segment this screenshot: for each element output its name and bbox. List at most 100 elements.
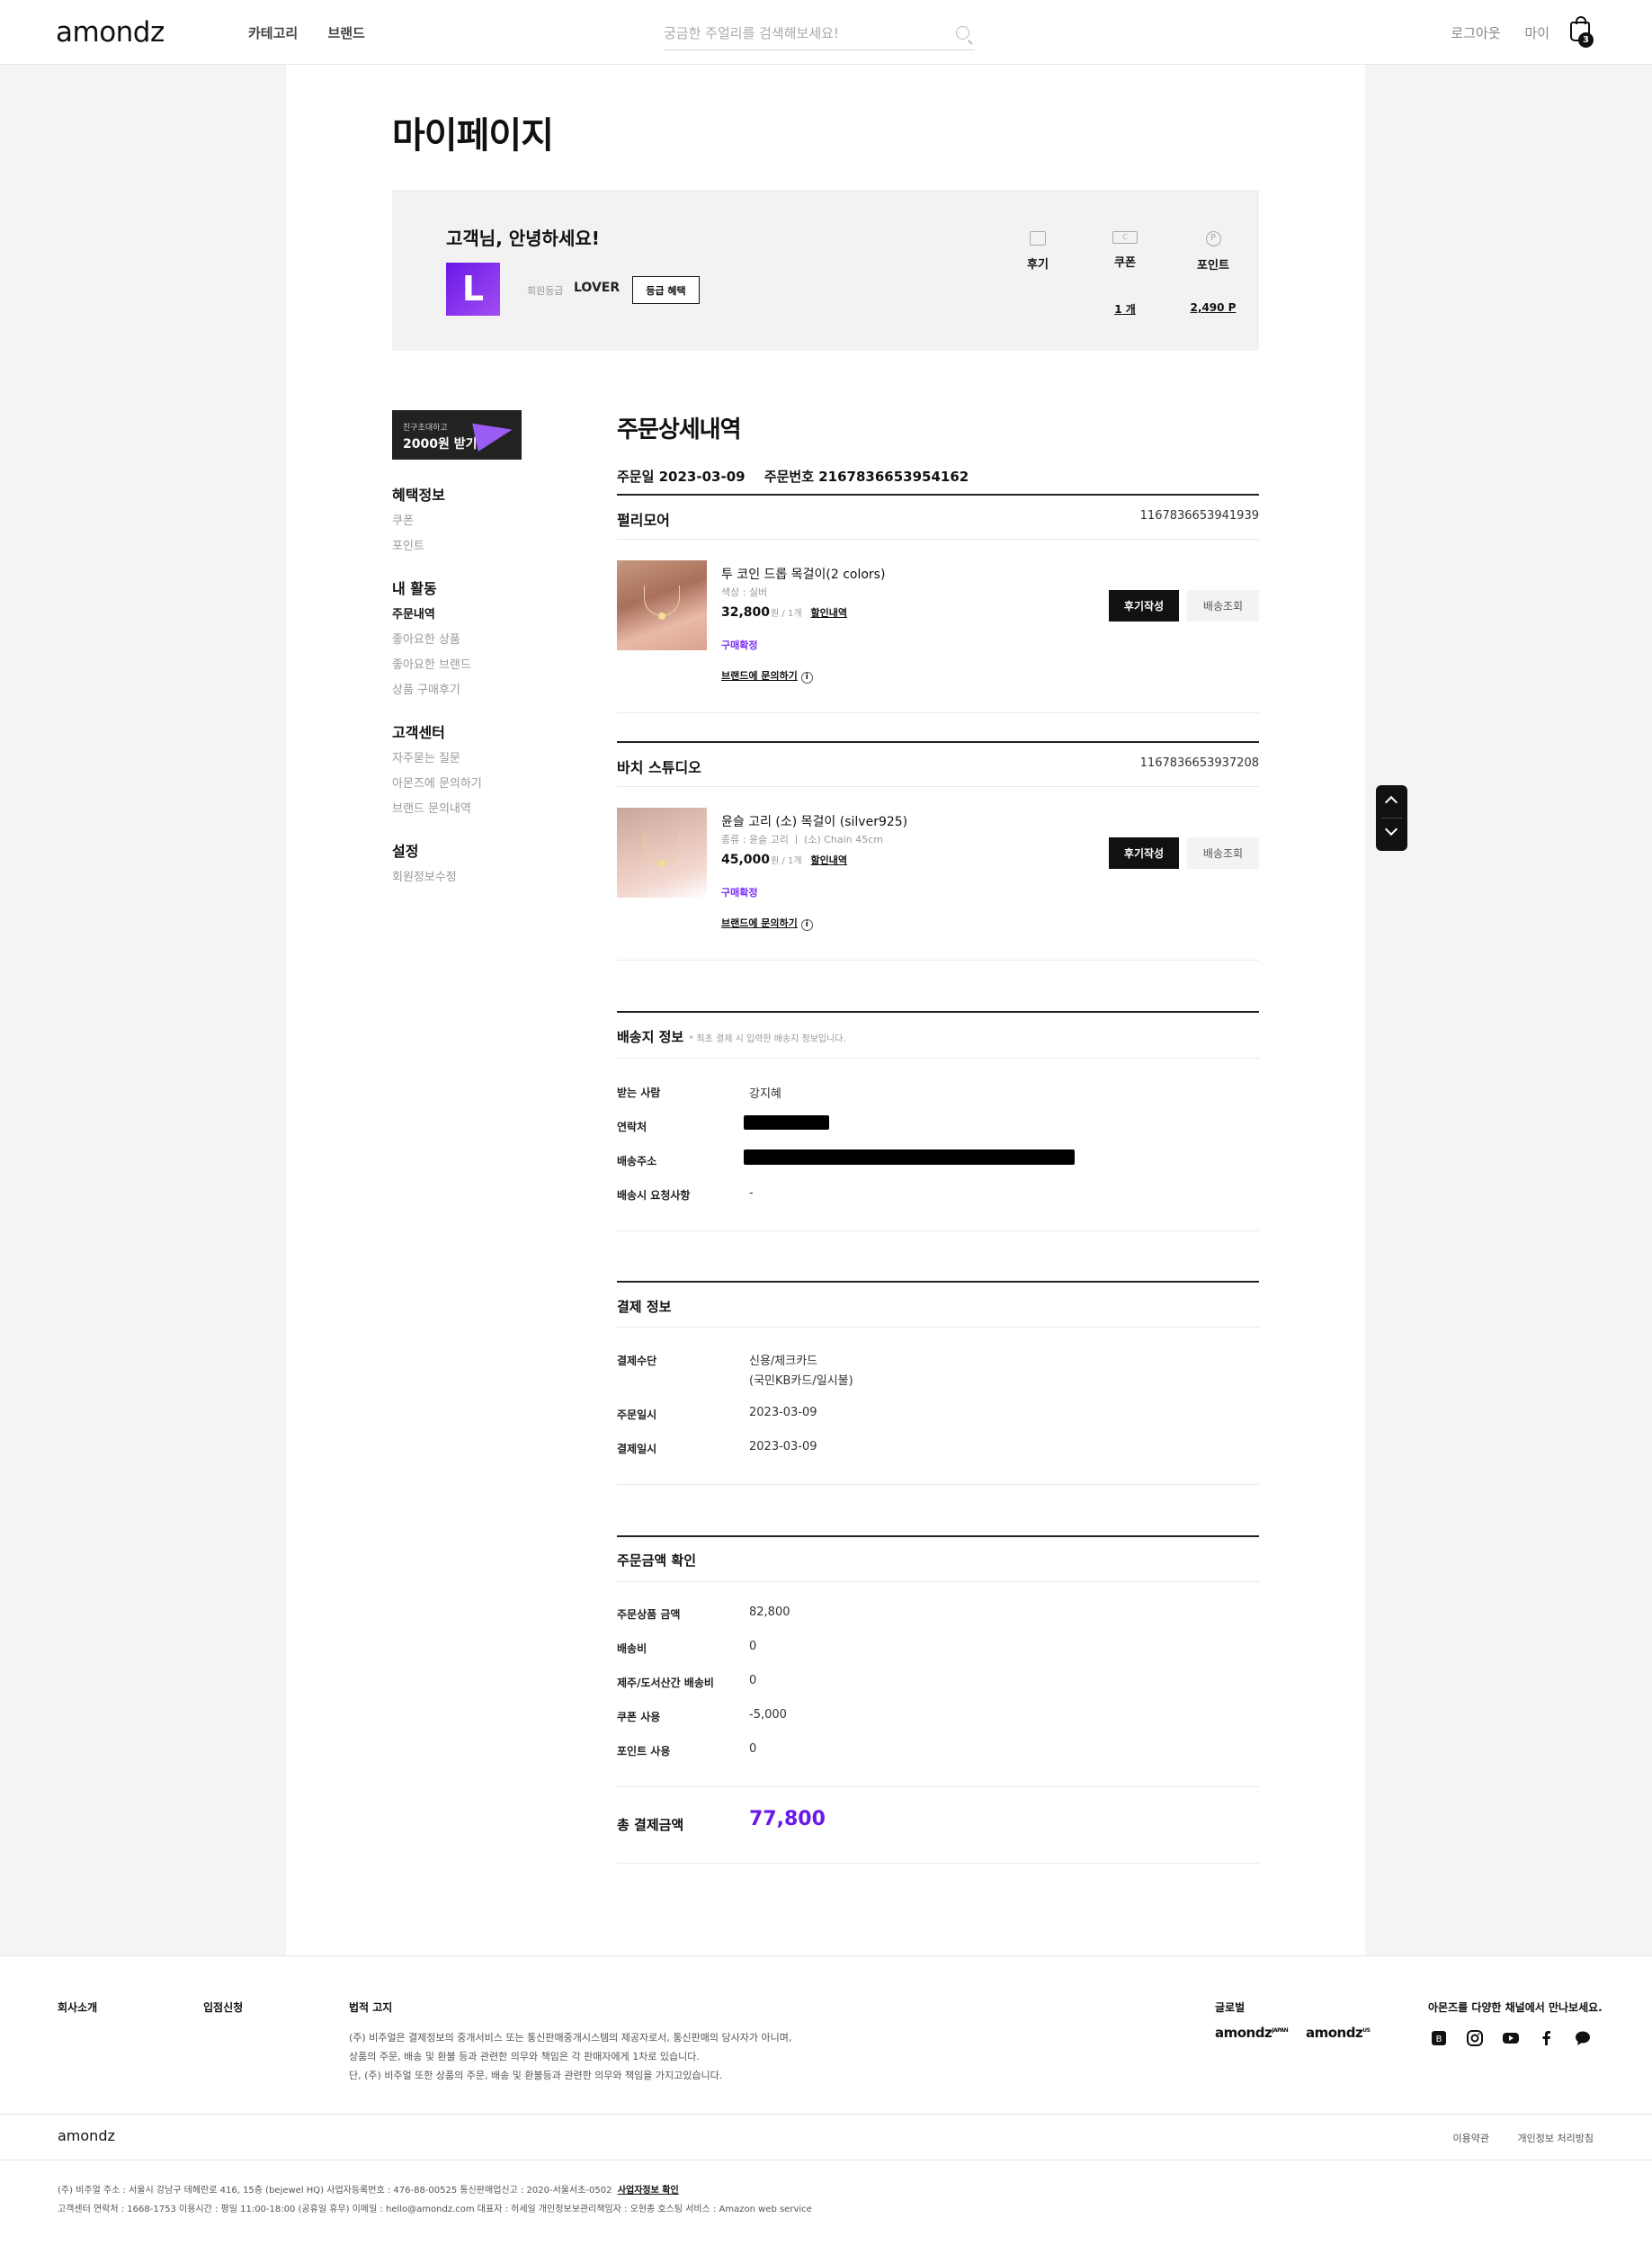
sidebar-item-contact[interactable]: 아몬즈에 문의하기 — [392, 774, 482, 791]
nav-brand[interactable]: 브랜드 — [327, 25, 364, 41]
product-name[interactable]: 투 코인 드롭 목걸이(2 colors) — [721, 565, 885, 583]
sidebar-item-orders[interactable]: 주문내역 — [392, 604, 435, 622]
sidebar-item-point[interactable]: 포인트 — [392, 536, 424, 553]
order-datetime-label: 주문일시 — [617, 1409, 657, 1421]
divider — [617, 494, 1259, 496]
invite-big-text: 2000원 받기 — [403, 437, 478, 452]
legal-line: 상품의 주문, 배송 및 환불 등과 관련한 의무와 책임은 각 판매자에게 1… — [349, 2051, 700, 2062]
global-japan-link[interactable]: amondzJAPAN — [1215, 2025, 1289, 2041]
divider — [0, 2114, 1652, 2115]
discount-link[interactable]: 할인내역 — [811, 854, 847, 866]
address-label: 배송주소 — [617, 1155, 657, 1167]
logo[interactable]: amondz — [56, 16, 165, 49]
product-price: 32,800 — [721, 605, 771, 620]
brand-inquiry-link[interactable]: 브랜드에 문의하기 i — [721, 668, 813, 684]
facebook-icon[interactable] — [1538, 2029, 1556, 2047]
amount-label: 주문상품 금액 — [617, 1608, 681, 1621]
divider — [617, 960, 1259, 961]
search-input[interactable] — [664, 18, 933, 49]
footer-company-info: (주) 비주얼 주소 : 서울시 강남구 테헤란로 416, 15층 (beje… — [58, 2181, 812, 2219]
invite-banner[interactable]: 친구초대하고 2000원 받기 — [392, 410, 522, 460]
sidebar-heading-benefit: 혜택정보 — [392, 487, 445, 504]
order-status: 구매확정 — [721, 640, 758, 651]
search-icon[interactable] — [956, 26, 969, 40]
island-fee-label: 제주/도서산간 배송비 — [617, 1677, 714, 1689]
global-brand: amondz — [1306, 2025, 1363, 2041]
divider — [617, 712, 1259, 713]
divider — [617, 1281, 1259, 1283]
my-link[interactable]: 마이 — [1524, 25, 1549, 41]
business-info-link[interactable]: 사업자정보 확인 — [618, 2186, 679, 2196]
coupon-icon: C — [1112, 231, 1138, 244]
coupon-use-value: -5,000 — [749, 1708, 787, 1722]
terms-link[interactable]: 이용약관 — [1453, 2133, 1489, 2144]
footer-links: 이용약관 개인정보 처리방침 — [1428, 2131, 1594, 2145]
blog-icon[interactable]: B — [1430, 2029, 1448, 2047]
sidebar-item-coupon[interactable]: 쿠폰 — [392, 511, 414, 528]
necklace-chain — [644, 586, 680, 616]
footer-logo[interactable]: amondz — [58, 2127, 115, 2144]
divider — [617, 1484, 1259, 1485]
main-nav: 카테고리 브랜드 — [248, 23, 390, 42]
order-number: 주문번호 2167836653954162 — [763, 469, 969, 485]
paper-plane-icon — [472, 415, 515, 452]
sidebar-item-brand-inquiries[interactable]: 브랜드 문의내역 — [392, 799, 471, 816]
divider — [617, 786, 1259, 787]
track-shipment-button[interactable]: 배송조회 — [1187, 590, 1259, 622]
scroll-up-icon[interactable] — [1384, 795, 1398, 809]
divider — [617, 1230, 1259, 1231]
youtube-icon[interactable] — [1502, 2029, 1520, 2047]
total-value: 77,800 — [749, 1808, 826, 1830]
scroll-down-icon[interactable] — [1384, 822, 1398, 836]
footer-global-title: 글로벌 — [1215, 2001, 1246, 2014]
write-review-button[interactable]: 후기작성 — [1109, 590, 1179, 622]
necklace-chain — [644, 833, 680, 863]
write-review-button[interactable]: 후기작성 — [1109, 837, 1179, 869]
order-date: 주문일 2023-03-09 — [617, 469, 746, 485]
request-value: - — [749, 1186, 754, 1200]
global-us-link[interactable]: amondzUS — [1306, 2025, 1371, 2041]
search-box — [664, 18, 975, 50]
stat-point[interactable]: P 포인트 2,490 P — [1177, 231, 1249, 314]
page-title: 마이페이지 — [392, 115, 554, 157]
sidebar-item-edit-profile[interactable]: 회원정보수정 — [392, 867, 457, 884]
recipient-label: 받는 사람 — [617, 1087, 661, 1099]
sidebar-item-reviews[interactable]: 상품 구매후기 — [392, 680, 460, 697]
grade-benefit-button[interactable]: 등급 혜택 — [632, 276, 700, 304]
global-mark: US — [1362, 2027, 1371, 2034]
redacted-phone — [744, 1115, 829, 1130]
point-use-value: 0 — [749, 1742, 757, 1756]
stat-coupon[interactable]: C 쿠폰 1 개 — [1089, 231, 1161, 316]
product-image[interactable] — [617, 560, 707, 650]
divider — [617, 1058, 1259, 1059]
chat-icon[interactable] — [1574, 2029, 1592, 2047]
payment-datetime-label: 결제일시 — [617, 1443, 657, 1455]
sidebar-heading-settings: 설정 — [392, 843, 419, 860]
sidebar-item-liked-brands[interactable]: 좋아요한 브랜드 — [392, 655, 471, 672]
track-shipment-button[interactable]: 배송조회 — [1187, 837, 1259, 869]
point-icon: P — [1205, 231, 1221, 246]
divider — [617, 539, 1259, 540]
stat-coupon-value[interactable]: 1 개 — [1089, 301, 1161, 317]
instagram-icon[interactable] — [1466, 2029, 1484, 2047]
profile-summary: 고객님, 안녕하세요! L 회원등급 LOVER 등급 혜택 후기 C 쿠폰 1… — [392, 190, 1259, 351]
shipping-note: * 최초 결제 시 입력한 배송지 정보입니다. — [689, 1034, 846, 1044]
product-name[interactable]: 윤슬 고리 (소) 목걸이 (silver925) — [721, 812, 907, 830]
sidebar-item-liked-products[interactable]: 좋아요한 상품 — [392, 630, 460, 647]
stat-point-label: 포인트 — [1197, 259, 1229, 273]
footer-apply-link[interactable]: 입점신청 — [203, 1999, 243, 2015]
order-meta: 주문일 2023-03-09 주문번호 2167836653954162 — [617, 467, 983, 486]
divider — [617, 1011, 1259, 1013]
product-price-line: 32,800원 / 1개 할인내역 — [721, 605, 847, 620]
divider — [617, 1863, 1259, 1864]
sidebar-item-faq[interactable]: 자주묻는 질문 — [392, 748, 460, 765]
logout-link[interactable]: 로그아웃 — [1451, 25, 1500, 41]
brand-inquiry-link[interactable]: 브랜드에 문의하기 i — [721, 916, 813, 931]
privacy-link[interactable]: 개인정보 처리방침 — [1518, 2133, 1594, 2144]
nav-category[interactable]: 카테고리 — [248, 25, 298, 41]
discount-link[interactable]: 할인내역 — [811, 607, 847, 619]
product-image[interactable] — [617, 808, 707, 898]
footer-company-link[interactable]: 회사소개 — [58, 1999, 97, 2015]
stat-review[interactable]: 후기 — [1002, 231, 1074, 272]
stat-point-value[interactable]: 2,490 P — [1177, 301, 1249, 314]
